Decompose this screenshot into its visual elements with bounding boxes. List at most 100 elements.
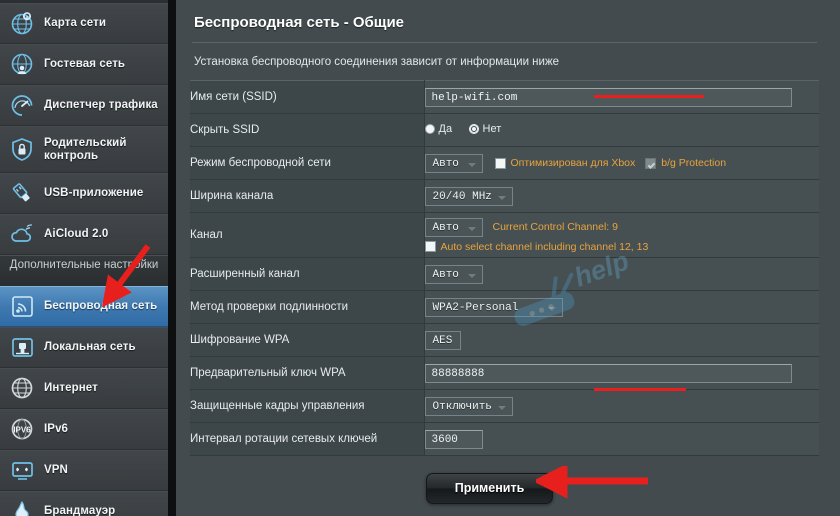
usb-application-icon	[9, 180, 36, 207]
sidebar-item-network-map[interactable]: Карта сети	[0, 3, 168, 44]
table-row: Скрыть SSID Да Нет	[190, 113, 819, 147]
table-row: Канал Авто Current Control Channel: 9 Au…	[190, 212, 819, 258]
sidebar-item-label: Беспроводная сеть	[44, 300, 158, 313]
checkbox-label: Auto select channel including channel 12…	[440, 240, 649, 253]
parental-control-icon	[9, 136, 36, 163]
wireless-mode-value-cell: Авто Оптимизирован для Xbox b/g Protecti…	[424, 146, 819, 180]
internet-icon	[9, 375, 36, 402]
radio-label: Нет	[482, 123, 502, 135]
sidebar-item-label: IPv6	[44, 423, 69, 436]
radio-label: Да	[438, 123, 453, 135]
sidebar-item-label: USB-приложение	[44, 187, 144, 200]
aicloud-icon	[9, 221, 36, 248]
sidebar-item-usb-application[interactable]: USB-приложение	[0, 173, 168, 214]
ssid-input[interactable]: help-wifi.com	[424, 87, 792, 107]
router-admin-window: Карта сети Гостевая сеть Диспетчер трафи…	[0, 0, 840, 516]
rotation-interval-input[interactable]: 3600	[424, 429, 483, 449]
protected-frames-select[interactable]: Отключить	[424, 396, 513, 416]
sidebar-item-internet[interactable]: Интернет	[0, 368, 168, 409]
sidebar-item-firewall[interactable]: Брандмауэр	[0, 491, 168, 516]
auth-method-label: Метод проверки подлинности	[190, 290, 425, 324]
sidebar-item-label: Диспетчер трафика	[44, 99, 158, 112]
chevron-down-icon	[547, 306, 556, 311]
sidebar-item-label: Интернет	[44, 382, 98, 395]
wpa-key-input[interactable]: 88888888	[424, 363, 792, 383]
sidebar-item-parental-control[interactable]: Родительский контроль	[0, 126, 168, 173]
table-row: Предварительный ключ WPA 88888888	[190, 356, 819, 390]
sidebar-item-label: AiCloud 2.0	[44, 228, 109, 241]
vpn-icon	[9, 457, 36, 484]
channel-value-cell: Авто Current Control Channel: 9 Auto sel…	[424, 212, 819, 258]
apply-button[interactable]: Применить	[425, 473, 554, 504]
extension-channel-label: Расширенный канал	[190, 257, 425, 291]
channel-width-select[interactable]: 20/40 MHz	[424, 186, 513, 206]
page-subtitle: Установка беспроводного соединения завис…	[194, 56, 560, 68]
table-row: Режим беспроводной сети Авто Оптимизиров…	[190, 146, 819, 180]
table-row: Шифрование WPA AES	[190, 323, 819, 357]
lan-icon	[9, 334, 36, 361]
ipv6-icon: IPV6	[9, 416, 36, 443]
sidebar-item-label: Родительский контроль	[44, 137, 127, 162]
ssid-label: Имя сети (SSID)	[190, 80, 425, 114]
protected-frames-value-cell: Отключить	[424, 389, 819, 423]
table-row: Имя сети (SSID) help-wifi.com	[190, 80, 819, 114]
sidebar-item-label: Карта сети	[44, 17, 106, 30]
traffic-manager-icon	[9, 92, 36, 119]
xbox-optimized-checkbox[interactable]: Оптимизирован для Xbox	[494, 157, 635, 169]
checkbox-label: b/g Protection	[661, 157, 727, 169]
sidebar: Карта сети Гостевая сеть Диспетчер трафи…	[0, 0, 168, 516]
extension-channel-select[interactable]: Авто	[424, 264, 483, 284]
checkbox-icon	[494, 157, 506, 169]
radio-icon	[468, 124, 479, 134]
ssid-value-cell: help-wifi.com	[424, 80, 819, 114]
sidebar-item-guest-network[interactable]: Гостевая сеть	[0, 44, 168, 85]
table-row: Метод проверки подлинности WPA2-Personal	[190, 290, 819, 324]
channel-label: Канал	[190, 212, 425, 258]
table-row: Расширенный канал Авто	[190, 257, 819, 291]
firewall-icon	[9, 498, 36, 516]
sidebar-item-aicloud[interactable]: AiCloud 2.0	[0, 214, 168, 255]
wpa-key-label: Предварительный ключ WPA	[190, 356, 425, 390]
table-row: Защищенные кадры управления Отключить	[190, 389, 819, 423]
sidebar-item-traffic-manager[interactable]: Диспетчер трафика	[0, 85, 168, 126]
auth-method-value-cell: WPA2-Personal	[424, 290, 819, 324]
auth-method-select[interactable]: WPA2-Personal	[424, 297, 563, 317]
chevron-down-icon	[467, 273, 476, 278]
window-bezel	[168, 0, 176, 516]
checkbox-icon	[645, 157, 657, 169]
sidebar-item-label: Локальная сеть	[44, 341, 136, 354]
hide-ssid-value-cell: Да Нет	[424, 113, 819, 147]
sidebar-item-wireless[interactable]: Беспроводная сеть	[0, 286, 168, 327]
auto-select-channel-checkbox[interactable]: Auto select channel including channel 12…	[424, 240, 649, 253]
wireless-icon	[9, 293, 36, 320]
chevron-down-icon	[467, 162, 476, 167]
wireless-mode-select[interactable]: Авто	[424, 153, 483, 173]
chevron-down-icon	[497, 195, 506, 200]
channel-width-label: Ширина канала	[190, 179, 425, 213]
wireless-settings-table: Имя сети (SSID) help-wifi.com Скрыть SSI…	[190, 80, 819, 456]
wpa-encryption-select[interactable]: AES	[424, 330, 462, 350]
bg-protection-checkbox[interactable]: b/g Protection	[645, 157, 726, 169]
current-control-channel-note: Current Control Channel: 9	[492, 221, 618, 233]
hide-ssid-radio-no[interactable]: Нет	[468, 123, 502, 135]
wpa-encryption-value-cell: AES	[424, 323, 819, 357]
checkbox-icon	[424, 241, 436, 252]
sidebar-item-vpn[interactable]: VPN	[0, 450, 168, 491]
wireless-general-panel: Беспроводная сеть - Общие Установка бесп…	[176, 0, 833, 516]
radio-icon	[424, 124, 435, 134]
hide-ssid-radio-yes[interactable]: Да	[424, 123, 453, 135]
table-row: Ширина канала 20/40 MHz	[190, 179, 819, 213]
sidebar-item-label: Брандмауэр	[44, 505, 116, 516]
chevron-down-icon	[497, 405, 506, 410]
channel-select[interactable]: Авто	[424, 217, 483, 237]
svg-text:IPV6: IPV6	[13, 426, 31, 435]
rotation-interval-value-cell: 3600	[424, 422, 819, 456]
protected-frames-label: Защищенные кадры управления	[190, 389, 425, 423]
sidebar-item-lan[interactable]: Локальная сеть	[0, 327, 168, 368]
sidebar-item-label: Гостевая сеть	[44, 58, 126, 71]
network-map-icon	[9, 10, 36, 37]
guest-network-icon	[9, 51, 36, 78]
wpa-encryption-label: Шифрование WPA	[190, 323, 425, 357]
sidebar-item-ipv6[interactable]: IPV6 IPv6	[0, 409, 168, 450]
wireless-mode-label: Режим беспроводной сети	[190, 146, 425, 180]
